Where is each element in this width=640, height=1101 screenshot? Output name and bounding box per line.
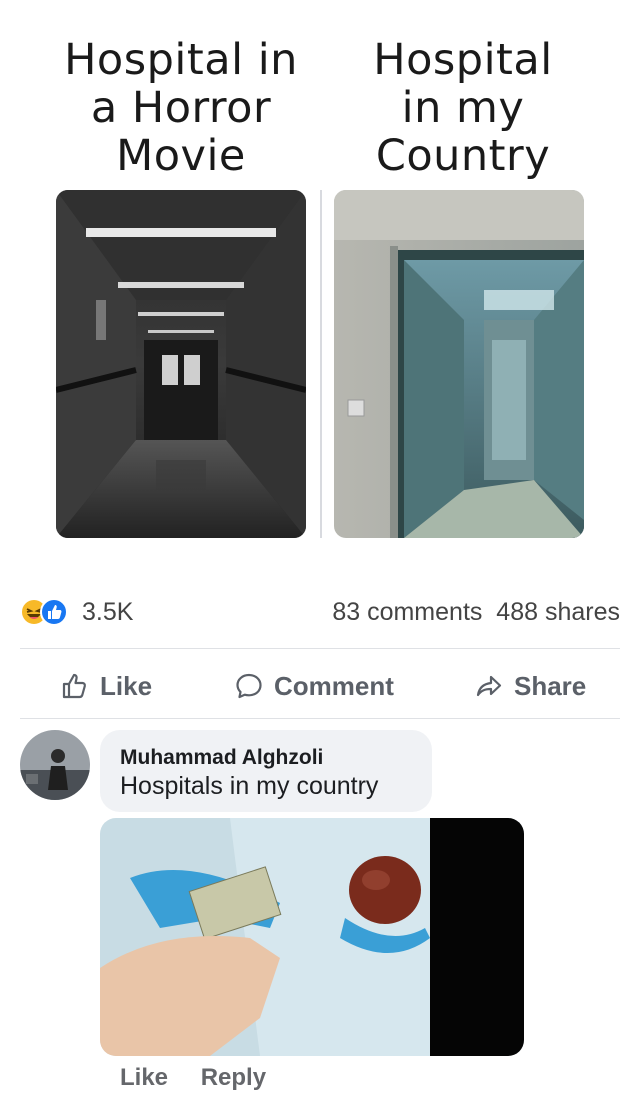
like-button[interactable]: Like bbox=[60, 666, 152, 706]
share-button[interactable]: Share bbox=[474, 666, 586, 706]
thumbs-up-icon bbox=[60, 671, 90, 701]
share-count[interactable]: 488 shares bbox=[496, 598, 620, 626]
reaction-count[interactable]: 3.5K bbox=[82, 598, 133, 627]
comment-actions: Like Reply bbox=[120, 1064, 292, 1092]
comment-like-link[interactable]: Like bbox=[120, 1064, 168, 1091]
country-hospital-photo[interactable] bbox=[334, 190, 584, 538]
comments-shares: 83 comments 488 shares bbox=[332, 598, 620, 627]
avatar[interactable] bbox=[20, 730, 90, 800]
like-reaction-icon bbox=[40, 598, 68, 626]
meme-caption-right: Hospital in my Country bbox=[373, 35, 553, 181]
share-label: Share bbox=[514, 670, 587, 701]
like-label: Like bbox=[100, 670, 153, 701]
comment-text: Hospitals in my country bbox=[120, 772, 379, 800]
divider-bottom bbox=[20, 718, 620, 719]
divider-top bbox=[20, 648, 620, 649]
post-stats: 3.5K 83 comments 488 shares bbox=[20, 594, 620, 630]
share-arrow-icon bbox=[474, 671, 504, 701]
comment-count[interactable]: 83 comments bbox=[332, 598, 482, 626]
meme-caption-left: Hospital in a Horror Movie bbox=[64, 35, 298, 181]
speech-bubble-icon bbox=[234, 671, 264, 701]
comment-attached-photo[interactable] bbox=[100, 818, 524, 1056]
comment-reply-link[interactable]: Reply bbox=[201, 1064, 266, 1091]
reaction-icons[interactable] bbox=[20, 596, 78, 628]
comment-author[interactable]: Muhammad Alghzoli bbox=[120, 746, 323, 770]
post-action-bar: Like Comment Share bbox=[20, 650, 620, 720]
comment-label: Comment bbox=[274, 670, 394, 701]
meme-divider bbox=[320, 190, 322, 538]
horror-hallway-photo[interactable] bbox=[56, 190, 306, 538]
comment-bubble[interactable]: Muhammad Alghzoli Hospitals in my countr… bbox=[100, 730, 432, 812]
comment-button[interactable]: Comment bbox=[234, 666, 394, 706]
